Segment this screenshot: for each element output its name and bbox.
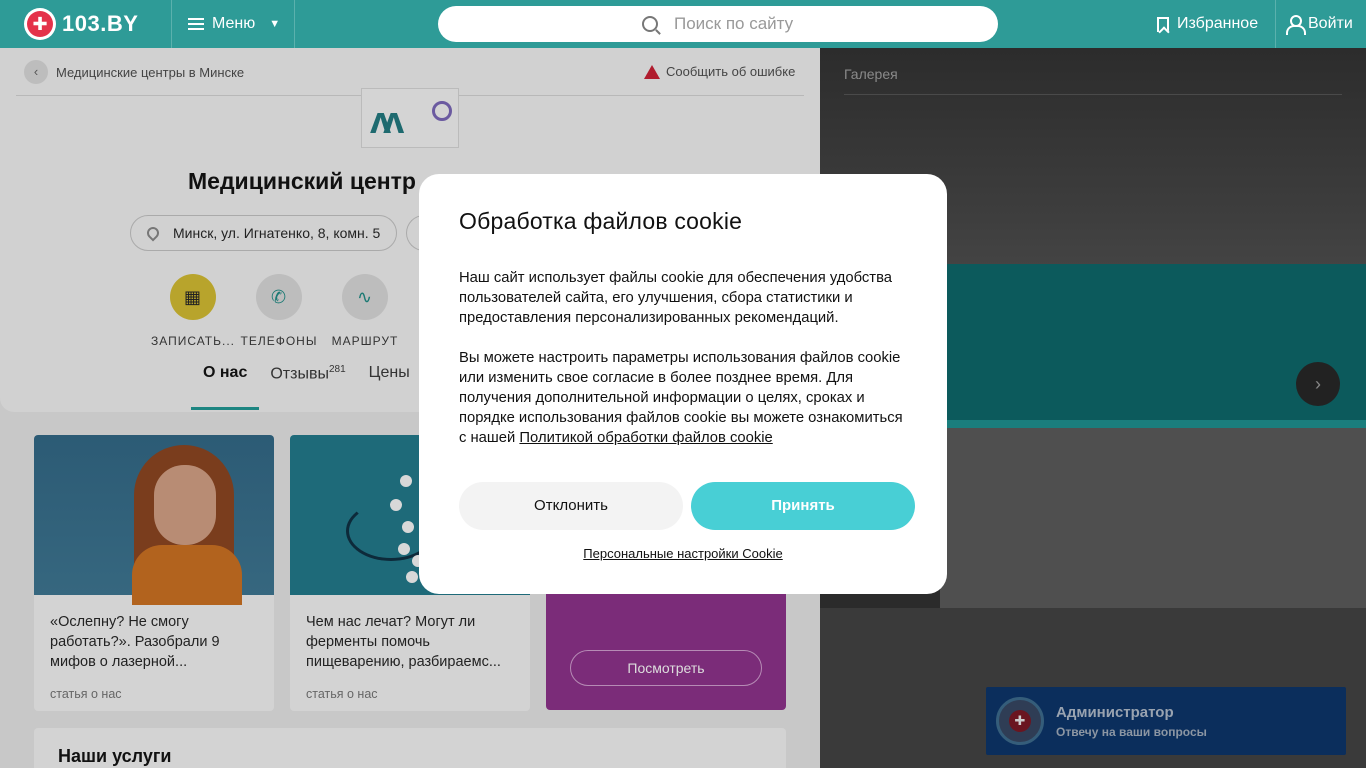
phones-action[interactable]: ✆ ТЕЛЕФОНЫ [236,274,322,348]
decline-button[interactable]: Отклонить [459,482,683,530]
cookie-policy-link[interactable]: Политикой обработки файлов cookie [519,430,772,446]
clinic-logo: ʌʌ [361,88,459,148]
admin-avatar [996,697,1044,745]
cookie-text-1: Наш сайт использует файлы cookie для обе… [459,270,892,326]
cookie-dialog-title: Обработка файлов cookie [459,208,743,234]
cookie-text-2: Вы можете настроить параметры использова… [459,348,907,448]
tab-reviews[interactable]: Отзывы281 [270,364,345,410]
login-link[interactable]: Войти [1286,0,1353,48]
search-placeholder: Поиск по сайту [674,14,794,33]
breadcrumb[interactable]: ‹ Медицинские центры в Минске [24,60,244,84]
route-icon: ∿ [342,274,388,320]
logo-text: 103.BY [62,11,139,36]
address-chip[interactable]: Минск, ул. Игнатенко, 8, комн. 5 [130,215,398,251]
tab-label: Цены [368,364,410,381]
address-text: Минск, ул. Игнатенко, 8, комн. 5 [173,225,381,241]
tab-label: О нас [203,364,248,381]
report-label: Сообщить об ошибке [666,64,796,79]
favorites-link[interactable]: Избранное [1140,0,1277,48]
action-label: ЗАПИСАТЬ... [150,334,236,348]
chevron-down-icon: ▼ [269,18,281,30]
article-image [34,435,274,605]
cookie-dialog: Обработка файлов cookie Наш сайт использ… [419,174,947,594]
chat-subtitle: Отвечу на ваши вопросы [1056,724,1207,739]
tab-about[interactable]: О нас [190,364,260,410]
search-input[interactable]: Поиск по сайту [438,6,998,42]
reviews-count: 281 [328,364,346,375]
divider [844,94,1342,95]
top-header: 103.BY Меню ▼ Поиск по сайту Избранное В… [0,0,1366,48]
book-appointment-action[interactable]: ▦ ЗАПИСАТЬ... [150,274,236,348]
site-logo[interactable]: 103.BY [0,0,172,48]
back-arrow-icon[interactable]: ‹ [24,60,48,84]
chat-widget[interactable]: Администратор Отвечу на ваши вопросы [986,687,1346,755]
article-title: «Ослепну? Не смогу работать?». Разобрали… [50,614,220,670]
breadcrumb-label[interactable]: Медицинские центры в Минске [56,65,244,80]
search-icon [642,16,658,32]
favorites-label: Избранное [1177,15,1259,32]
tab-label: Отзывы [270,365,329,383]
calendar-icon: ▦ [170,274,216,320]
article-card[interactable]: «Ослепну? Не смогу работать?». Разобрали… [34,435,274,711]
clinic-logo-plus-icon [432,101,452,121]
article-tag: статья о нас [50,687,122,701]
login-label: Войти [1308,15,1353,32]
accept-button[interactable]: Принять [691,482,915,530]
personal-cookie-settings-link[interactable]: Персональные настройки Cookie [419,546,947,561]
article-tag: статья о нас [306,687,378,701]
chevron-right-icon[interactable]: › [1296,362,1340,406]
promo-card: Посмотреть [546,594,786,710]
clinic-tabs: О нас Отзывы281 Цены [190,364,433,410]
chat-title: Администратор [1056,703,1174,721]
warning-icon [644,64,660,79]
cookie-buttons: Отклонить Принять [459,482,915,530]
user-icon [1286,15,1306,35]
bookmark-icon [1157,16,1169,32]
report-error-link[interactable]: Сообщить об ошибке [644,64,795,79]
services-title: Наши услуги [34,728,786,768]
action-label: ТЕЛЕФОНЫ [240,334,318,348]
action-label: МАРШРУТ [331,334,399,348]
route-action[interactable]: ∿ МАРШРУТ [322,274,408,348]
medical-cross-icon [24,8,56,40]
gallery-title: Галерея [844,66,898,82]
hamburger-icon [188,18,204,30]
tab-prices[interactable]: Цены [369,364,410,410]
menu-label: Меню [212,15,256,32]
menu-button[interactable]: Меню ▼ [172,0,295,48]
map-pin-icon [144,224,162,242]
clinic-logo-mark: ʌʌ [370,100,404,142]
page-title: Медицинский центр [188,168,416,194]
phone-icon: ✆ [256,274,302,320]
view-button[interactable]: Посмотреть [570,650,762,686]
article-title: Чем нас лечат? Могут ли ферменты помочь … [306,614,501,670]
